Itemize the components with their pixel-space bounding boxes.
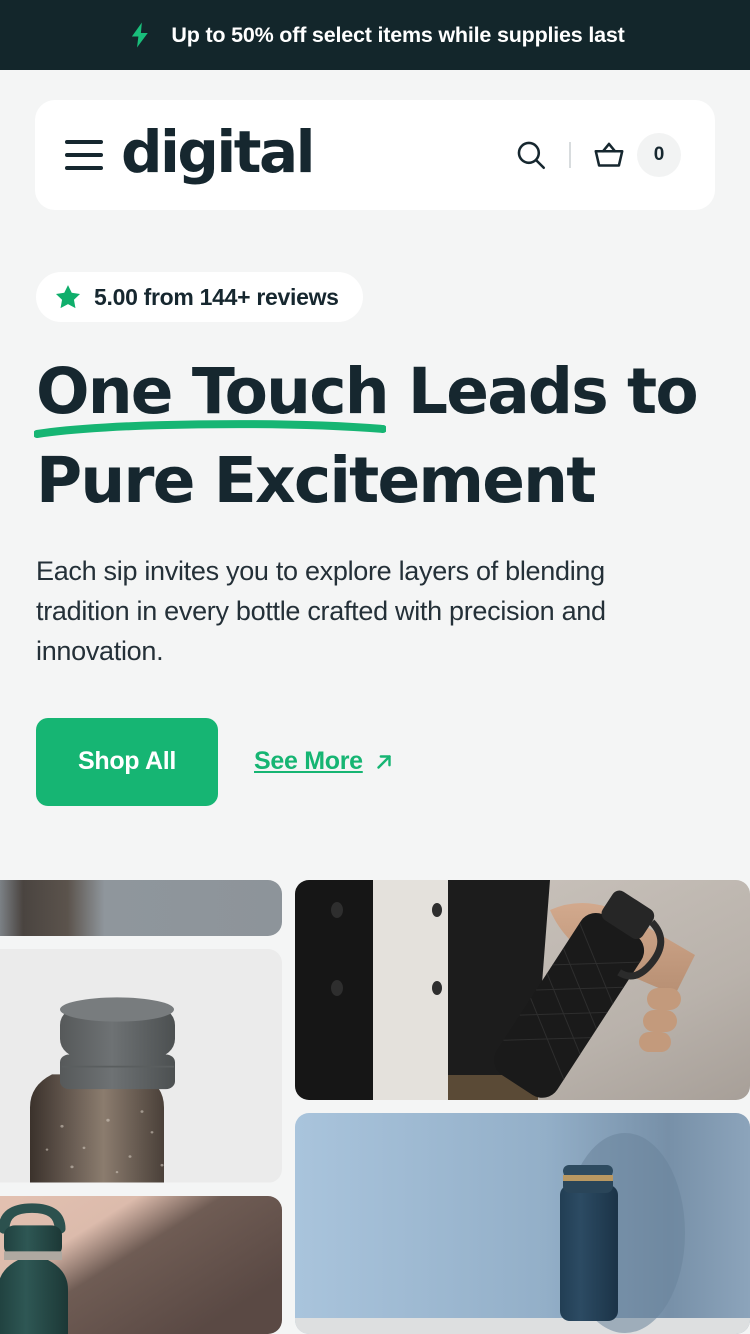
gallery-image-navy-bottle-blue-wall[interactable] [295, 1113, 750, 1334]
header-actions: 0 [507, 131, 681, 179]
arrow-up-right-icon [377, 754, 391, 769]
promo-text: Up to 50% off select items while supplie… [171, 22, 625, 47]
gallery-column-right [295, 880, 750, 1334]
gallery-column-left [0, 880, 282, 1334]
product-gallery [0, 880, 750, 1334]
search-icon[interactable] [507, 131, 555, 179]
see-more-link[interactable]: See More [254, 747, 396, 776]
lightning-bolt-icon [132, 22, 149, 48]
gallery-image-gray-bottle-top-crop[interactable] [0, 880, 282, 937]
gallery-image-teal-bottle-handle[interactable] [0, 1195, 282, 1334]
see-more-label: See More [254, 747, 363, 776]
basket-icon[interactable] [585, 131, 633, 179]
hero-subtitle: Each sip invites you to explore layers o… [36, 555, 606, 666]
star-icon [55, 285, 81, 309]
gallery-image-person-holding-black-bottle[interactable] [295, 880, 750, 1100]
promo-banner: Up to 50% off select items while supplie… [0, 0, 750, 70]
rating-badge: 5.00 from 144+ reviews [36, 272, 363, 322]
gallery-image-bronze-speckled-bottle[interactable] [0, 949, 282, 1183]
rating-text: 5.00 from 144+ reviews [94, 283, 339, 310]
hamburger-menu-icon[interactable] [65, 138, 109, 172]
hero-section: 5.00 from 144+ reviews One Touch Leads t… [0, 210, 750, 806]
cart-count-badge[interactable]: 0 [637, 133, 681, 177]
cart-group[interactable]: 0 [585, 131, 681, 179]
headline-line-1: One Touch Leads to [34, 348, 714, 438]
headline-line-1-text: One Touch Leads to [36, 355, 699, 428]
page-title: One Touch Leads to Pure Excitement [34, 348, 714, 526]
site-logo[interactable]: digital [121, 123, 316, 181]
header-divider [569, 142, 571, 168]
site-header: digital 0 [35, 100, 715, 210]
shop-all-button[interactable]: Shop All [36, 717, 218, 806]
cta-row: Shop All See More [36, 717, 714, 806]
headline-line-2: Pure Excitement [36, 443, 596, 517]
